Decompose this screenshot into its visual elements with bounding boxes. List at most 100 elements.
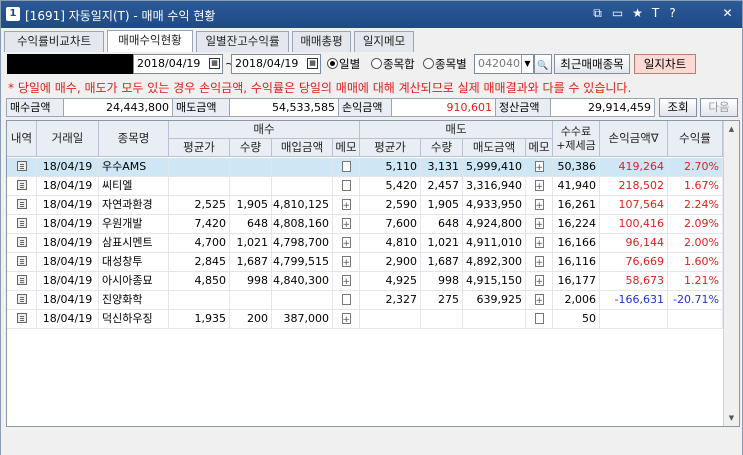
- scroll-up-icon[interactable]: ▲: [726, 123, 737, 135]
- sell-memo-cell[interactable]: [526, 234, 553, 253]
- tab-trade-review[interactable]: 매매총평: [292, 31, 351, 52]
- memo-add-icon[interactable]: [341, 197, 351, 215]
- tab-daily-balance-yield[interactable]: 일별잔고수익률: [196, 31, 289, 52]
- sell-memo-cell[interactable]: [526, 310, 553, 329]
- detail-icon[interactable]: [16, 199, 27, 209]
- memo-add-icon[interactable]: [341, 216, 351, 234]
- table-row[interactable]: 18/04/19우수AMS 5,1103,1315,999,410 50,38641…: [7, 158, 723, 177]
- vertical-scrollbar[interactable]: ▲ ▼: [723, 121, 739, 426]
- col-header-sell-qty[interactable]: 수량: [421, 139, 463, 157]
- memo-add-icon[interactable]: [341, 235, 351, 253]
- col-header-fee[interactable]: 수수료 +제세금: [553, 121, 600, 157]
- detail-cell[interactable]: [7, 177, 37, 196]
- detail-cell[interactable]: [7, 291, 37, 310]
- title-bar[interactable]: 1 [1691] 자동일지(T) - 매매 수익 현황 ⧉ ▭ ★ T ? ✕: [1, 1, 742, 28]
- buy-memo-cell[interactable]: [333, 196, 360, 215]
- memo-add-icon[interactable]: [534, 254, 544, 272]
- buy-memo-cell[interactable]: [333, 272, 360, 291]
- restore-icon[interactable]: ⧉: [590, 6, 605, 21]
- sell-memo-cell[interactable]: [526, 215, 553, 234]
- radio-stock-sum[interactable]: 종목합: [371, 56, 415, 72]
- detail-icon[interactable]: [16, 161, 27, 171]
- search-button[interactable]: 🔍: [534, 54, 552, 74]
- help-icon[interactable]: ?: [665, 6, 680, 21]
- tab-trade-profit-status[interactable]: 매매수익현황: [107, 30, 193, 52]
- window-icon[interactable]: ▭: [610, 6, 625, 21]
- col-header-rate[interactable]: 수익률: [668, 121, 723, 157]
- calendar-icon[interactable]: ▦: [307, 58, 318, 69]
- memo-add-icon[interactable]: [341, 273, 351, 291]
- detail-icon[interactable]: [16, 218, 27, 228]
- close-icon[interactable]: ✕: [720, 6, 735, 21]
- table-row[interactable]: 18/04/19덕신하우징1,935200387,000 50: [7, 310, 723, 329]
- memo-add-icon[interactable]: [534, 273, 544, 291]
- radio-by-stock[interactable]: 종목별: [423, 56, 467, 72]
- memo-add-icon[interactable]: [534, 197, 544, 215]
- detail-cell[interactable]: [7, 253, 37, 272]
- query-button[interactable]: 조회: [659, 98, 697, 117]
- detail-icon[interactable]: [16, 275, 27, 285]
- sell-memo-cell[interactable]: [526, 158, 553, 177]
- detail-icon[interactable]: [16, 313, 27, 323]
- buy-memo-cell[interactable]: [333, 253, 360, 272]
- table-row[interactable]: 18/04/19아시아종묘4,8509984,840,3004,9259984,…: [7, 272, 723, 291]
- journal-chart-button[interactable]: 일지차트: [634, 54, 696, 74]
- col-header-sell-amount[interactable]: 매도금액: [463, 139, 526, 157]
- table-row[interactable]: 18/04/19삼표시멘트4,7001,0214,798,7004,8101,0…: [7, 234, 723, 253]
- next-button[interactable]: 다음: [700, 98, 738, 117]
- col-header-sell-avg[interactable]: 평균가: [360, 139, 421, 157]
- table-row[interactable]: 18/04/19씨티엘 5,4202,4573,316,940 41,940218,…: [7, 177, 723, 196]
- tab-yield-compare-chart[interactable]: 수익률비교차트: [4, 31, 104, 52]
- memo-icon[interactable]: [341, 180, 351, 191]
- star-icon[interactable]: ★: [630, 6, 645, 21]
- date-from-input[interactable]: 2018/04/19 ▦: [133, 54, 223, 74]
- recent-trade-button[interactable]: 최근매매종목: [554, 54, 630, 74]
- scroll-down-icon[interactable]: ▼: [726, 412, 737, 424]
- sell-memo-cell[interactable]: [526, 177, 553, 196]
- detail-cell[interactable]: [7, 196, 37, 215]
- buy-memo-cell[interactable]: [333, 291, 360, 310]
- col-header-buy-amount[interactable]: 매입금액: [272, 139, 333, 157]
- memo-add-icon[interactable]: [534, 159, 544, 177]
- date-to-input[interactable]: 2018/04/19 ▦: [231, 54, 321, 74]
- table-row[interactable]: 18/04/19우원개발7,4206484,808,1607,6006484,9…: [7, 215, 723, 234]
- sell-memo-cell[interactable]: [526, 253, 553, 272]
- table-row[interactable]: 18/04/19대성창투2,8451,6874,799,5152,9001,68…: [7, 253, 723, 272]
- detail-cell[interactable]: [7, 215, 37, 234]
- buy-memo-cell[interactable]: [333, 177, 360, 196]
- detail-icon[interactable]: [16, 294, 27, 304]
- col-header-name[interactable]: 종목명: [99, 121, 169, 157]
- detail-cell[interactable]: [7, 158, 37, 177]
- memo-add-icon[interactable]: [534, 235, 544, 253]
- col-header-buy-memo[interactable]: 메모: [333, 139, 360, 157]
- sell-memo-cell[interactable]: [526, 272, 553, 291]
- sell-memo-cell[interactable]: [526, 291, 553, 310]
- detail-cell[interactable]: [7, 310, 37, 329]
- buy-memo-cell[interactable]: [333, 310, 360, 329]
- memo-add-icon[interactable]: [341, 254, 351, 272]
- radio-daily[interactable]: 일별: [327, 56, 360, 72]
- memo-add-icon[interactable]: [534, 216, 544, 234]
- table-row[interactable]: 18/04/19진양화학 2,327275639,925 2,006-166,631…: [7, 291, 723, 310]
- memo-icon[interactable]: [534, 313, 544, 324]
- detail-cell[interactable]: [7, 234, 37, 253]
- detail-icon[interactable]: [16, 237, 27, 247]
- col-header-date[interactable]: 거래일: [37, 121, 99, 157]
- buy-memo-cell[interactable]: [333, 158, 360, 177]
- col-header-pnl[interactable]: 손익금액 ∇: [600, 121, 668, 157]
- buy-memo-cell[interactable]: [333, 215, 360, 234]
- buy-memo-cell[interactable]: [333, 234, 360, 253]
- detail-icon[interactable]: [16, 180, 27, 190]
- memo-icon[interactable]: [341, 161, 351, 172]
- detail-cell[interactable]: [7, 272, 37, 291]
- memo-add-icon[interactable]: [341, 311, 351, 329]
- detail-icon[interactable]: [16, 256, 27, 266]
- col-header-buy-qty[interactable]: 수량: [230, 139, 272, 157]
- col-header-detail[interactable]: 내역: [7, 121, 37, 157]
- stock-code-combo[interactable]: 042040 ▼: [474, 54, 534, 74]
- col-header-sell-memo[interactable]: 메모: [526, 139, 553, 157]
- font-icon[interactable]: T: [648, 6, 663, 21]
- tab-journal-memo[interactable]: 일지메모: [354, 31, 414, 52]
- memo-icon[interactable]: [341, 294, 351, 305]
- memo-add-icon[interactable]: [534, 292, 544, 310]
